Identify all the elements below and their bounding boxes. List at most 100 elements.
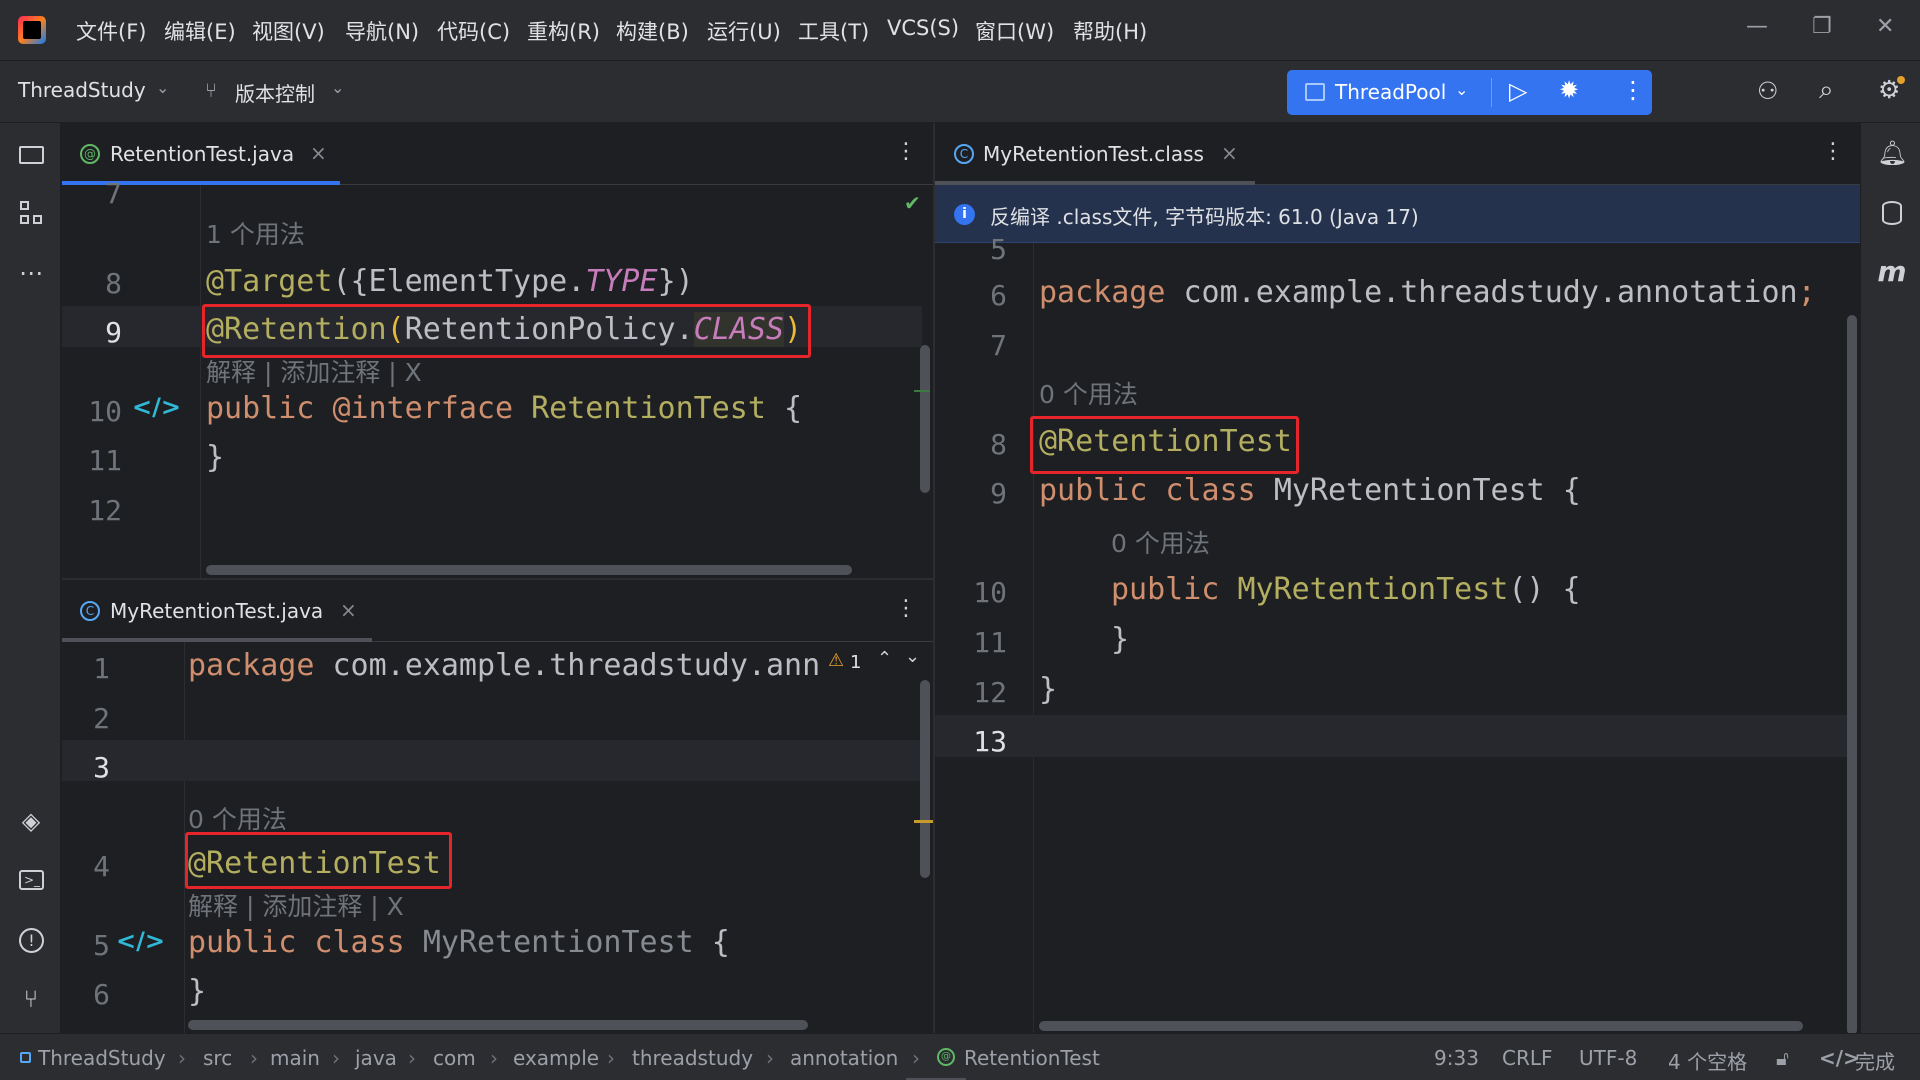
editor-decompiled-class: C MyRetentionTest.class × ⋮ i 反编译 .class…: [935, 123, 1860, 1033]
close-tab-icon[interactable]: ×: [1221, 141, 1238, 165]
code-line-10: public @interface RetentionTest {: [206, 391, 803, 426]
editor-tab-bar: @ RetentionTest.java × ⋮: [62, 123, 933, 185]
git-branch-icon[interactable]: ⑂: [16, 984, 46, 1014]
debug-icon[interactable]: ✹: [1559, 76, 1579, 104]
usage-hint[interactable]: 0 个用法: [1039, 375, 1138, 411]
menu-tools[interactable]: 工具(T): [798, 16, 869, 46]
right-tool-strip: 🔔︎ m: [1860, 123, 1920, 1033]
line-number: 7: [105, 177, 122, 210]
menu-run[interactable]: 运行(U): [707, 16, 781, 46]
implementations-gutter-icon[interactable]: </>: [132, 393, 181, 421]
tab-options-icon[interactable]: ⋮: [895, 596, 917, 621]
close-tab-icon[interactable]: ×: [340, 598, 357, 622]
highlight-box: [1030, 416, 1299, 474]
breadcrumb-item[interactable]: RetentionTest: [964, 1046, 1100, 1070]
usage-hint[interactable]: 0 个用法: [188, 800, 287, 836]
menu-refactor[interactable]: 重构(R): [527, 16, 600, 46]
notifications-bell-icon[interactable]: 🔔︎: [1877, 138, 1907, 168]
menu-window[interactable]: 窗口(W): [975, 16, 1054, 46]
more-actions-icon[interactable]: ⋮: [1621, 76, 1645, 104]
minimize-icon[interactable]: —: [1746, 14, 1768, 39]
line-number: 2: [93, 702, 110, 735]
problems-icon[interactable]: !: [16, 925, 46, 955]
tab-retention-test-java[interactable]: @ RetentionTest.java ×: [62, 123, 340, 185]
breadcrumb-item[interactable]: com: [433, 1046, 476, 1070]
close-window-icon[interactable]: ✕: [1876, 14, 1894, 39]
breadcrumb-item[interactable]: src: [203, 1046, 232, 1070]
search-icon[interactable]: ⌕: [1819, 75, 1834, 106]
info-icon: i: [954, 204, 975, 225]
inlay-actions-hint[interactable]: 解释 | 添加注释 | X: [188, 887, 404, 923]
project-name: ThreadStudy: [18, 78, 146, 102]
restore-icon[interactable]: ❐: [1812, 14, 1832, 39]
run-config-selector[interactable]: ThreadPool ⌄: [1287, 70, 1491, 115]
usage-hint[interactable]: 0 个用法: [1111, 524, 1210, 560]
tab-my-retention-test-java[interactable]: C MyRetentionTest.java ×: [62, 580, 372, 642]
layers-icon[interactable]: ◈: [16, 806, 46, 836]
breadcrumb-item[interactable]: threadstudy: [632, 1046, 753, 1070]
warning-icon[interactable]: ⚠: [828, 650, 844, 671]
structure-icon[interactable]: [16, 198, 46, 228]
breadcrumb-item[interactable]: main: [270, 1046, 320, 1070]
menu-view[interactable]: 视图(V): [252, 16, 325, 46]
editor-my-retention-test-java: C MyRetentionTest.java × ⋮ 1 package com…: [62, 580, 933, 1033]
highlight-box: [185, 832, 452, 889]
usage-hint[interactable]: 1 个用法: [206, 215, 305, 251]
add-user-icon[interactable]: ⚇: [1757, 77, 1779, 105]
line-separator[interactable]: CRLF: [1502, 1046, 1553, 1070]
maven-icon[interactable]: m: [1877, 257, 1907, 287]
code-line-9: public class MyRetentionTest {: [1039, 473, 1581, 508]
class-file-icon: C: [80, 601, 100, 621]
horizontal-scrollbar[interactable]: [206, 565, 852, 575]
close-tab-icon[interactable]: ×: [310, 141, 327, 165]
run-icon[interactable]: ▷: [1509, 77, 1527, 105]
vertical-scrollbar[interactable]: [1847, 315, 1857, 1033]
breadcrumb-item[interactable]: java: [355, 1046, 397, 1070]
line-number: 1: [93, 652, 110, 685]
menu-file[interactable]: 文件(F): [76, 16, 146, 46]
database-icon[interactable]: [1877, 198, 1907, 228]
vertical-scrollbar[interactable]: [920, 345, 930, 493]
next-highlight-icon[interactable]: ⌄: [905, 646, 920, 667]
left-tool-strip: ⋯ ◈ >_ ! ⑂: [0, 123, 61, 1033]
code-line-1: package com.example.threadstudy.ann: [188, 648, 821, 683]
indent-setting[interactable]: 4 个空格: [1668, 1046, 1747, 1075]
caret-position[interactable]: 9:33: [1434, 1046, 1479, 1070]
menu-code[interactable]: 代码(C): [437, 16, 510, 46]
menu-build[interactable]: 构建(B): [616, 16, 689, 46]
line-number: 8: [105, 267, 122, 300]
inlay-actions-hint[interactable]: 解释 | 添加注释 | X: [206, 353, 422, 389]
terminal-icon[interactable]: >_: [16, 865, 46, 895]
menu-navigate[interactable]: 导航(N): [345, 16, 419, 46]
tab-options-icon[interactable]: ⋮: [895, 139, 917, 164]
annotation-file-icon: @: [937, 1048, 955, 1066]
no-problems-check-icon: ✔: [904, 191, 921, 215]
menu-help[interactable]: 帮助(H): [1073, 16, 1147, 46]
editor-retention-test: @ RetentionTest.java × ⋮ 7 ✔ 1 个用法 8 @Ta…: [62, 123, 933, 578]
title-bar: 文件(F) 编辑(E) 视图(V) 导航(N) 代码(C) 重构(R) 构建(B…: [0, 0, 1920, 61]
vertical-scrollbar[interactable]: [920, 680, 930, 878]
horizontal-scrollbar[interactable]: [1039, 1021, 1803, 1031]
code-vision-icon[interactable]: </>: [1819, 1046, 1860, 1070]
code-line-10: public MyRetentionTest() {: [1111, 572, 1581, 607]
tab-my-retention-test-class[interactable]: C MyRetentionTest.class ×: [935, 123, 1255, 185]
line-number: 12: [88, 494, 122, 527]
breadcrumb-item[interactable]: annotation: [790, 1046, 898, 1070]
code-line-11: }: [206, 440, 225, 475]
menu-vcs[interactable]: VCS(S): [887, 16, 959, 40]
tab-options-icon[interactable]: ⋮: [1822, 139, 1844, 164]
file-encoding[interactable]: UTF-8: [1579, 1046, 1637, 1070]
app-config-icon: [1305, 83, 1325, 101]
horizontal-scrollbar[interactable]: [188, 1020, 808, 1030]
breadcrumb-item[interactable]: ThreadStudy: [38, 1046, 166, 1070]
line-number: 4: [93, 850, 110, 883]
menu-edit[interactable]: 编辑(E): [164, 16, 236, 46]
project-folder-icon[interactable]: [16, 139, 46, 169]
implementations-gutter-icon[interactable]: </>: [116, 927, 165, 955]
editor-tab-bar: C MyRetentionTest.class × ⋮: [935, 123, 1860, 185]
read-only-lock-icon[interactable]: 🔓︎: [1776, 1046, 1789, 1070]
previous-highlight-icon[interactable]: ⌃: [877, 648, 892, 669]
breadcrumb-item[interactable]: example: [513, 1046, 599, 1070]
line-number: 8: [990, 428, 1007, 461]
more-tools-icon[interactable]: ⋯: [16, 258, 46, 288]
